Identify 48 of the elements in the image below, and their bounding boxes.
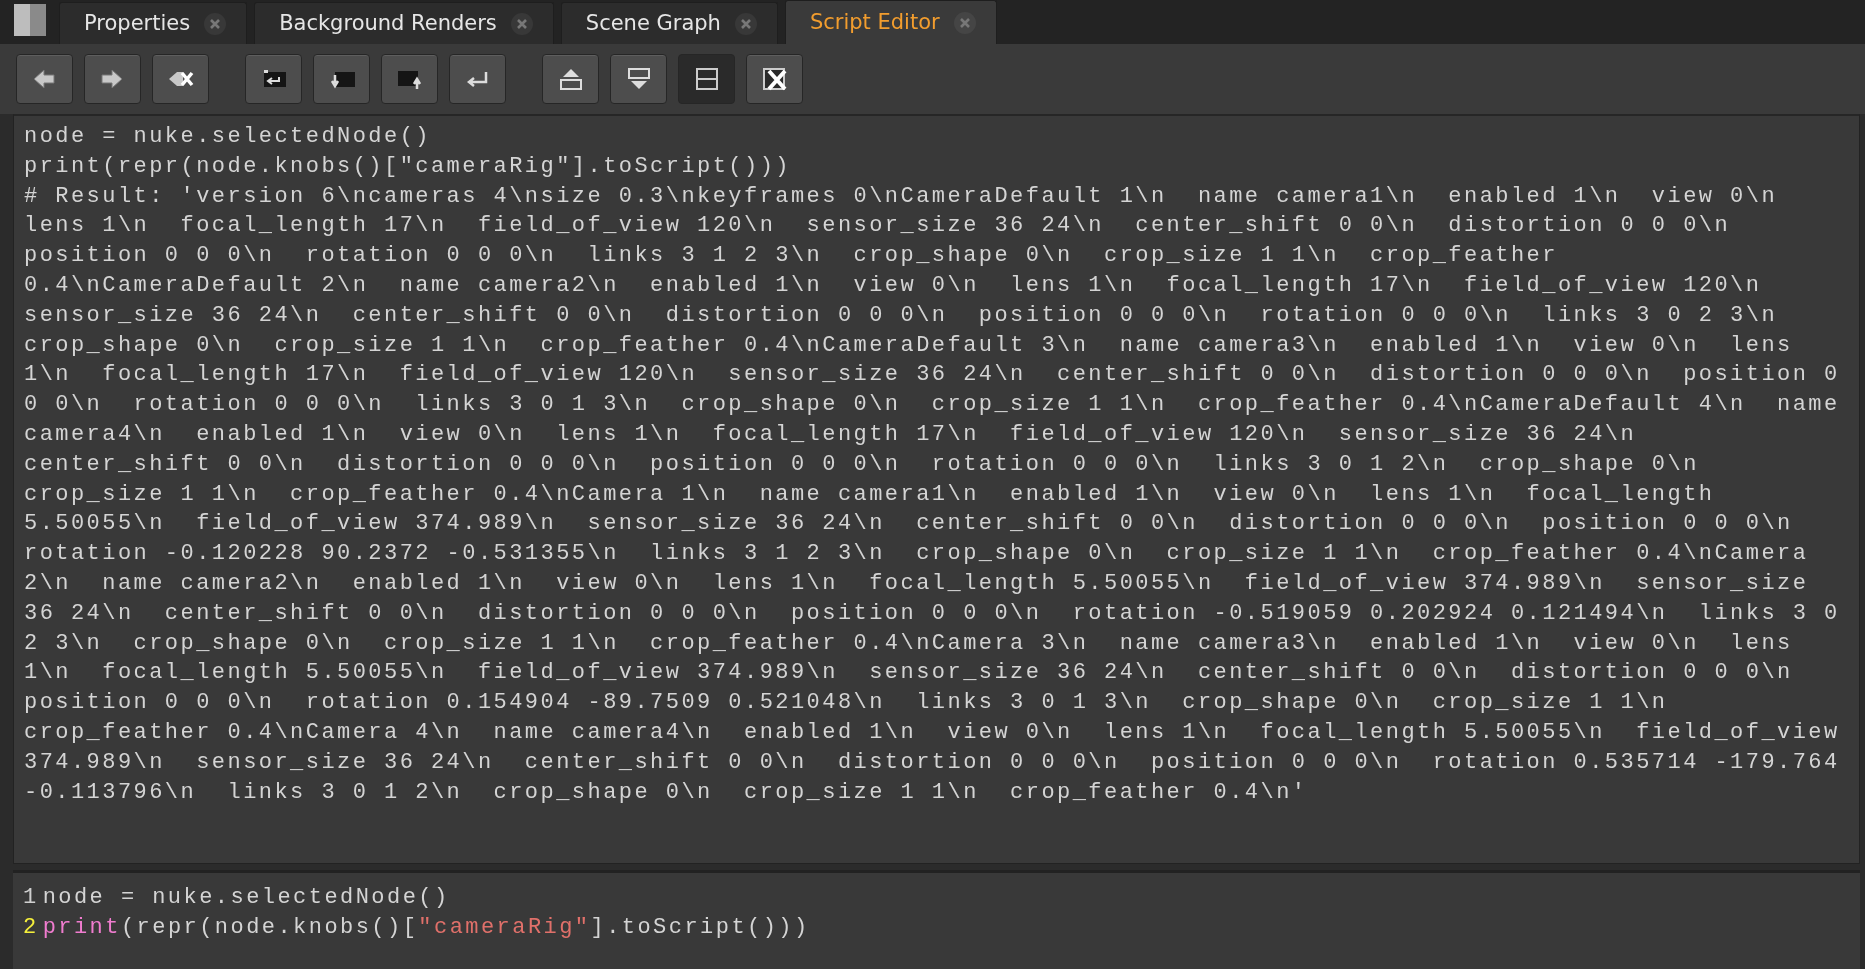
output-line: 1\n focal_length 5.50055\n field_of_view 374.989\n sensor_size 36 24\n center_shift 0 0\n distortion 0 0 0\n [24, 659, 1794, 688]
output-line: crop_size 1 1\n crop_feather 0.4\nCamera 1\n name camera1\n enabled 1\n view 0\n lens 1\n focal_length [24, 480, 1716, 509]
output-line: crop_shape 0\n crop_size 1 1\n crop_feather 0.4\nCameraDefault 3\n name camera3\n enabled 1\n view 0\n lens [24, 331, 1794, 360]
close-icon[interactable] [734, 12, 757, 35]
tab[interactable]: Background Renders [254, 2, 554, 44]
output-line: 2\n name camera2\n enabled 1\n view 0\n lens 1\n focal_length 5.50055\n field_of_view 374.989\n sensor_size [24, 569, 1810, 598]
code-line: print(repr(node.knobs()["cameraRig"].toScript())) [42, 913, 810, 942]
output-line: -0.113796\n links 3 0 1 2\n crop_shape 0\n crop_size 1 1\n crop_feather 0.4\n' [24, 778, 1309, 807]
window-down-arrow-button[interactable] [313, 54, 370, 104]
window-arrow-button[interactable] [245, 54, 302, 104]
output-line: position 0 0 0\n rotation 0.154904 -89.7509 0.521048\n links 3 0 1 3\n crop_shape 0\n crop_size 1 1\n [24, 689, 1669, 718]
output-line: 0.4\nCameraDefault 2\n name camera2\n enabled 1\n view 0\n lens 1\n focal_length 17\n field_of_view 120\n [24, 272, 1763, 300]
output-line: rotation -0.120228 90.2372 -0.531355\n links 3 1 2 3\n crop_shape 0\n crop_size 1 1\n crop_feather 0.4\nCamera [24, 540, 1810, 569]
arrow-cross-button[interactable] [152, 54, 209, 104]
input-editor[interactable]: 1 node = nuke.selectedNode() 2 print(repr(node.knobs()["cameraRig"].toScript())) [13, 870, 1860, 969]
right-arrow-button[interactable] [84, 54, 141, 104]
tray-down-arrow-button[interactable] [610, 54, 667, 104]
output-line: 5.50055\n field_of_view 374.989\n sensor_size 36 24\n center_shift 0 0\n distortion 0 0 0\n position 0 0 0\n [24, 510, 1794, 539]
line-number: 2 [23, 913, 39, 942]
panel-icon [14, 4, 46, 36]
output-line: node = nuke.selectedNode() [24, 123, 432, 151]
output-line: crop_feather 0.4\nCamera 4\n name camera4\n enabled 1\n view 0\n lens 1\n focal_length 5.50055\n field_of_view [24, 718, 1841, 747]
output-line: lens 1\n focal_length 17\n field_of_view 120\n sensor_size 36 24\n center_shift 0 0\n distortion 0 0 0\n [24, 212, 1732, 241]
output-line: 36 24\n center_shift 0 0\n distortion 0 0 0\n position 0 0 0\n rotation -0.519059 0.202924 0.121494\n links 3 0 [24, 599, 1841, 628]
tab[interactable]: Script Editor [784, 0, 997, 44]
code-line: node = nuke.selectedNode() [42, 884, 450, 912]
split-panel-button[interactable] [678, 54, 735, 104]
output-line: print(repr(node.knobs()["cameraRig"].toScript())) [24, 152, 792, 181]
output-line: position 0 0 0\n rotation 0 0 0\n links 3 1 2 3\n crop_shape 0\n crop_size 1 1\n crop_feather [24, 242, 1559, 271]
tab[interactable]: Properties [59, 2, 248, 44]
output-line: 1\n focal_length 17\n field_of_view 120\n sensor_size 36 24\n center_shift 0 0\n distortion 0 0 0\n position 0 [24, 361, 1841, 390]
close-icon[interactable] [510, 12, 533, 35]
tray-up-arrow-button[interactable] [542, 54, 599, 104]
close-icon[interactable] [953, 11, 976, 34]
cross-box-button[interactable] [746, 54, 803, 104]
left-arrow-button[interactable] [16, 54, 73, 104]
window-up-arrow-button[interactable] [381, 54, 438, 104]
output-line: sensor_size 36 24\n center_shift 0 0\n distortion 0 0 0\n position 0 0 0\n rotation 0 0 0\n links 3 0 2 3\n [24, 301, 1779, 330]
output-line: camera4\n enabled 1\n view 0\n lens 1\n focal_length 17\n field_of_view 120\n sensor_size 36 24\n [24, 420, 1638, 449]
close-icon[interactable] [204, 12, 227, 35]
output-line: center_shift 0 0\n distortion 0 0 0\n position 0 0 0\n rotation 0 0 0\n links 3 0 1 2\n crop_shape 0\n [24, 450, 1700, 479]
return-arrow-button[interactable] [449, 54, 506, 104]
output-line: 2 3\n crop_shape 0\n crop_size 1 1\n crop_feather 0.4\nCamera 3\n name camera3\n enabled 1\n view 0\n lens [24, 629, 1794, 658]
line-number: 1 [23, 884, 39, 912]
tab[interactable]: Scene Graph [560, 2, 778, 44]
output-line: # Result: 'version 6\ncameras 4\nsize 0.3\nkeyframes 0\nCameraDefault 1\n name camera1\n enabled 1\n view 0\n [24, 182, 1779, 211]
output-line: 0 0\n rotation 0 0 0\n links 3 0 1 3\n crop_shape 0\n crop_size 1 1\n crop_feather 0.4\nCameraDefault 4\n name [24, 391, 1841, 420]
output-line: 374.989\n sensor_size 36 24\n center_shift 0 0\n distortion 0 0 0\n position 0 0 0\n rotation 0.535714 -179.764 [24, 748, 1841, 777]
